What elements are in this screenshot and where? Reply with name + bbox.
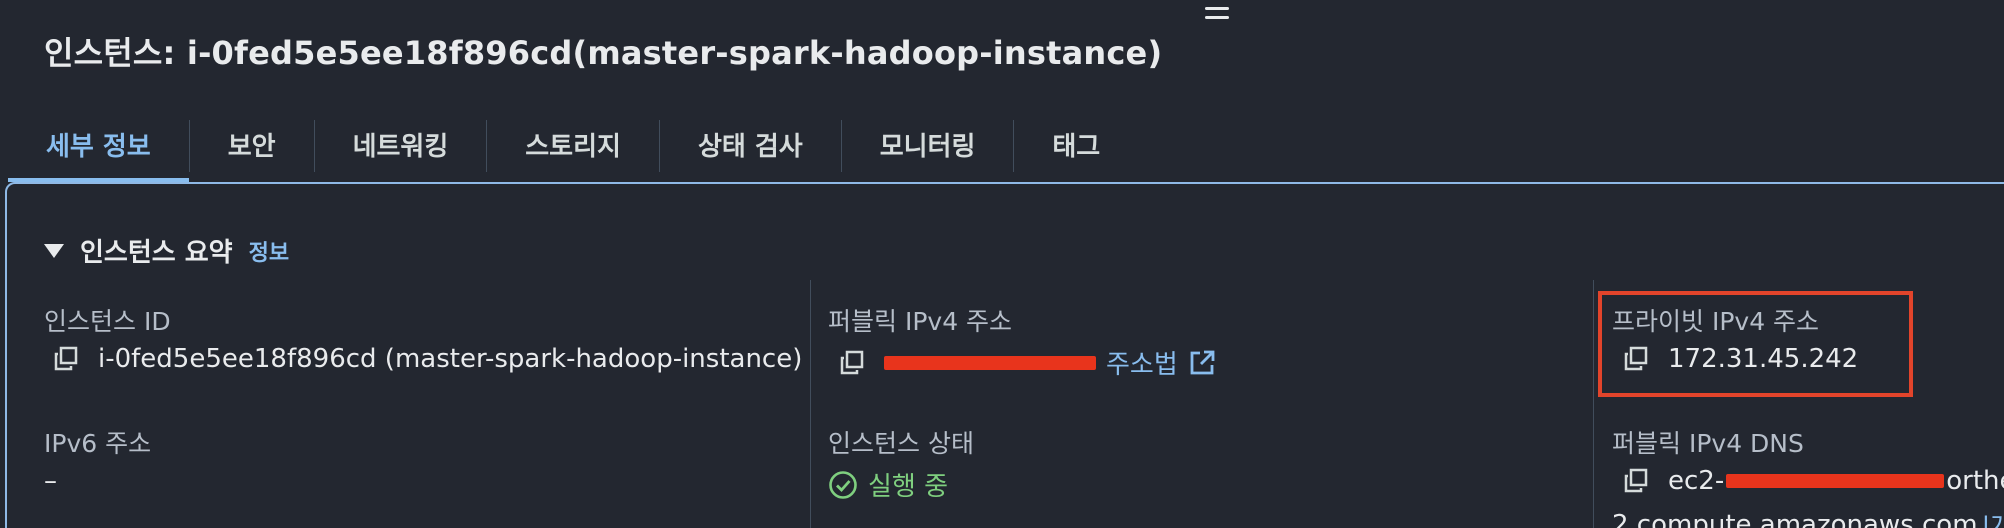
collapse-caret-icon[interactable]	[44, 243, 64, 258]
panel-drag-handle[interactable]	[1205, 2, 1229, 24]
public-dns-line2: 2.compute.amazonaws.com	[1612, 509, 1978, 528]
public-dns-tail: orthe	[1946, 466, 2004, 496]
column-divider	[810, 280, 811, 528]
copy-icon[interactable]	[52, 345, 80, 373]
copy-icon[interactable]	[838, 349, 866, 377]
tab-networking[interactable]: 네트워킹	[315, 106, 487, 182]
public-dns-label: 퍼블릭 IPv4 DNS	[1612, 429, 1804, 458]
ipv6-label: IPv6 주소	[44, 429, 152, 458]
instance-state-label: 인스턴스 상태	[828, 429, 974, 458]
tab-tags[interactable]: 태그	[1014, 106, 1138, 182]
redacted-public-ip	[884, 355, 1096, 370]
ipv6-value: –	[44, 466, 57, 496]
instance-state-row: 실행 중	[828, 466, 948, 503]
instance-id-label: 인스턴스 ID	[44, 307, 171, 336]
page-title: 인스턴스: i-0fed5e5ee18f896cd(master-spark-h…	[44, 34, 1163, 72]
instance-state-value: 실행 중	[868, 472, 949, 502]
check-circle-icon	[828, 470, 858, 500]
instance-detail-page: 인스턴스: i-0fed5e5ee18f896cd(master-spark-h…	[0, 0, 2004, 528]
public-dns-value-row: ec2- orthe	[1622, 466, 2004, 496]
column-divider	[1593, 280, 1594, 528]
instance-id-value-row: i-0fed5e5ee18f896cd (master-spark-hadoop…	[52, 344, 802, 374]
public-dns-prefix: ec2-	[1668, 466, 1725, 496]
tab-security[interactable]: 보안	[190, 106, 314, 182]
tab-status-checks[interactable]: 상태 검사	[660, 106, 841, 182]
drag-handle-line-bottom	[1205, 16, 1229, 19]
instance-id-value: i-0fed5e5ee18f896cd (master-spark-hadoop…	[98, 344, 803, 374]
private-ip-highlight-box	[1598, 291, 1913, 397]
copy-icon[interactable]	[1622, 467, 1650, 495]
public-ipv4-label: 퍼블릭 IPv4 주소	[828, 307, 1013, 336]
drag-handle-line-top	[1205, 7, 1229, 10]
instance-summary-header: 인스턴스 요약 정보	[44, 232, 289, 269]
detail-tabs: 세부 정보 보안 네트워킹 스토리지 상태 검사 모니터링 태그	[8, 106, 1138, 182]
public-ipv4-open-address-link[interactable]: 주소법	[1106, 344, 1178, 381]
redacted-public-dns	[1726, 474, 1945, 488]
tab-monitoring[interactable]: 모니터링	[842, 106, 1014, 182]
external-link-icon[interactable]	[1188, 349, 1216, 377]
public-ipv4-value-row: 주소법	[838, 344, 1216, 381]
tab-storage[interactable]: 스토리지	[487, 106, 659, 182]
info-link[interactable]: 정보	[249, 235, 289, 267]
summary-title: 인스턴스 요약	[80, 238, 233, 268]
tab-details[interactable]: 세부 정보	[8, 106, 189, 182]
public-dns-line2-row: 2.compute.amazonaws.com |개	[1612, 506, 2004, 528]
public-dns-open-link[interactable]: |개	[1982, 506, 2004, 528]
